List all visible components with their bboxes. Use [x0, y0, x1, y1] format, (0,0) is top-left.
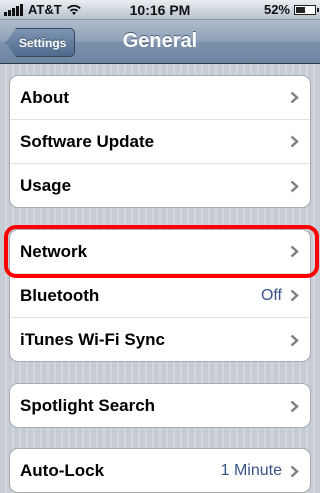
row-itunes-wifi-sync[interactable]: iTunes Wi-Fi Sync — [10, 318, 310, 361]
battery-icon — [294, 4, 319, 15]
row-label: Usage — [20, 176, 72, 195]
page-title: General — [122, 30, 198, 52]
chevron-right-icon — [290, 245, 299, 258]
battery-percent: 52% — [263, 2, 290, 17]
row-label: Network — [20, 241, 88, 261]
chevron-right-icon — [290, 91, 299, 104]
row-value: 1 Minute — [220, 462, 282, 479]
row-network[interactable]: Network — [10, 230, 310, 274]
row-label: About — [20, 87, 70, 107]
settings-group-1: About Software Update Usage — [9, 75, 311, 208]
row-bluetooth[interactable]: Bluetooth Off — [10, 274, 310, 318]
status-bar: AT&T 10:16 PM 52% — [0, 0, 320, 20]
chevron-right-icon — [290, 135, 299, 148]
row-spotlight-search[interactable]: Spotlight Search — [10, 384, 310, 427]
chevron-right-icon — [290, 465, 299, 477]
row-label: Auto-Lock — [20, 461, 105, 480]
row-label: Spotlight Search — [20, 396, 156, 415]
row-auto-lock[interactable]: Auto-Lock 1 Minute — [10, 449, 310, 492]
row-label: Software Update — [20, 131, 155, 151]
row-about[interactable]: About — [10, 76, 310, 120]
chevron-right-icon — [290, 334, 299, 346]
settings-group-4: Auto-Lock 1 Minute — [9, 448, 311, 493]
row-usage[interactable]: Usage — [10, 164, 310, 207]
settings-group-2: Network Bluetooth Off iTunes Wi-Fi Sync — [9, 229, 311, 362]
settings-group-3: Spotlight Search — [9, 383, 311, 428]
chevron-right-icon — [290, 289, 299, 302]
chevron-right-icon — [290, 400, 299, 412]
navigation-bar: Settings General — [0, 20, 320, 64]
row-label: Bluetooth — [20, 285, 100, 305]
row-label: iTunes Wi-Fi Sync — [20, 330, 165, 349]
chevron-right-icon — [290, 180, 299, 192]
row-value: Off — [260, 286, 282, 304]
row-software-update[interactable]: Software Update — [10, 120, 310, 164]
